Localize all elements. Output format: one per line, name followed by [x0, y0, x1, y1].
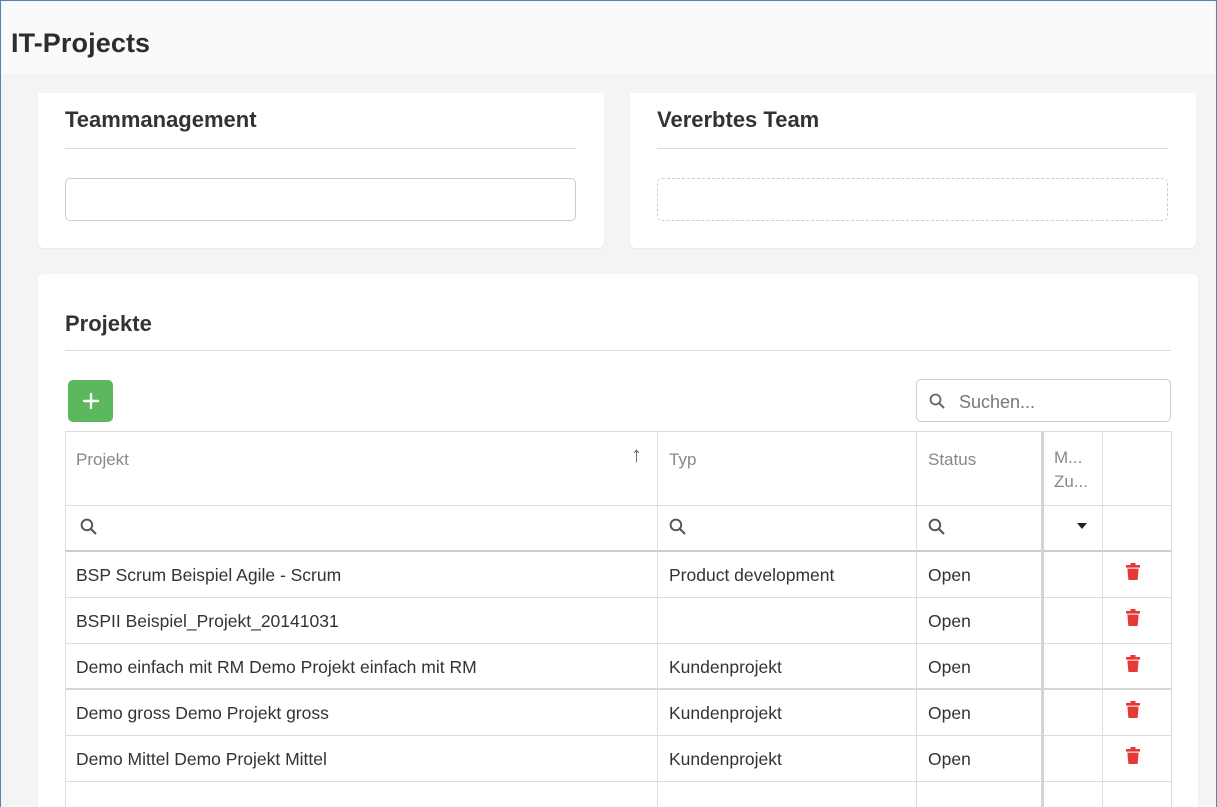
app-header: IT-Projects	[2, 2, 1215, 74]
teammanagement-title: Teammanagement	[65, 107, 257, 132]
column-header-projekt[interactable]: Projekt	[76, 450, 129, 470]
trash-icon[interactable]	[1126, 563, 1140, 580]
caret-down-icon[interactable]	[1077, 523, 1087, 529]
search-placeholder: Suchen...	[959, 392, 1036, 412]
column-separator	[1102, 432, 1103, 807]
cell-typ: Product development	[669, 565, 835, 585]
table-row[interactable]: Demo einfach mit RM Demo Projekt einfach…	[66, 644, 1171, 690]
table-row[interactable]: BSPII Beispiel_Projekt_20141031 Open	[66, 598, 1171, 644]
teammanagement-input[interactable]	[65, 178, 576, 221]
grid-header-row: Projekt ↑ Typ Status M... Zu...	[66, 432, 1171, 506]
trash-icon[interactable]	[1126, 655, 1140, 672]
app-window: IT-Projects Teammanagement Vererbtes Tea…	[0, 0, 1217, 807]
table-row[interactable]: BSP Scrum Beispiel Agile - Scrum Product…	[66, 552, 1171, 598]
divider	[65, 350, 1171, 351]
column-separator	[657, 432, 658, 807]
cell-projekt: Demo gross Demo Projekt gross	[76, 703, 329, 723]
column-header-status[interactable]: Status	[928, 450, 976, 470]
cell-projekt: Demo Mittel Demo Projekt Mittel	[76, 749, 327, 769]
teammanagement-card: Teammanagement	[38, 93, 604, 248]
column-header-typ[interactable]: Typ	[669, 450, 696, 470]
table-row-empty	[66, 782, 1171, 807]
project-search-input[interactable]: Suchen...	[916, 379, 1171, 422]
trash-icon[interactable]	[1126, 609, 1140, 626]
plus-icon	[82, 392, 99, 410]
cell-status: Open	[928, 657, 971, 677]
table-row[interactable]: Demo Mittel Demo Projekt Mittel Kundenpr…	[66, 736, 1171, 782]
search-icon[interactable]	[928, 518, 945, 535]
trash-icon[interactable]	[1126, 747, 1140, 764]
trash-icon[interactable]	[1126, 701, 1140, 718]
search-icon	[929, 393, 945, 409]
cell-status: Open	[928, 611, 971, 631]
column-separator	[1041, 432, 1044, 807]
cell-typ: Kundenprojekt	[669, 749, 782, 769]
search-icon[interactable]	[80, 518, 97, 535]
page-title: IT-Projects	[11, 28, 151, 58]
cell-status: Open	[928, 703, 971, 723]
cell-typ: Kundenprojekt	[669, 703, 782, 723]
cell-projekt: Demo einfach mit RM Demo Projekt einfach…	[76, 657, 477, 677]
vererbtes-team-card: Vererbtes Team	[630, 93, 1196, 248]
sort-ascending-icon[interactable]: ↑	[631, 442, 642, 468]
cell-status: Open	[928, 565, 971, 585]
vererbtes-team-title: Vererbtes Team	[657, 107, 820, 132]
search-icon[interactable]	[669, 518, 686, 535]
vererbtes-team-dropzone[interactable]	[657, 178, 1168, 221]
cell-status: Open	[928, 749, 971, 769]
add-project-button[interactable]	[68, 380, 113, 422]
cell-projekt: BSP Scrum Beispiel Agile - Scrum	[76, 565, 342, 585]
projects-grid: Projekt ↑ Typ Status M... Zu... BSP Scru…	[65, 431, 1172, 807]
table-row[interactable]: Demo gross Demo Projekt gross Kundenproj…	[66, 690, 1171, 736]
cell-projekt: BSPII Beispiel_Projekt_20141031	[76, 611, 339, 631]
grid-filter-row	[66, 506, 1171, 552]
column-separator	[916, 432, 917, 807]
column-header-m-line1[interactable]: M...	[1054, 448, 1082, 468]
cell-typ: Kundenprojekt	[669, 657, 782, 677]
column-header-m-line2[interactable]: Zu...	[1054, 472, 1088, 492]
divider	[65, 148, 576, 149]
divider	[657, 148, 1168, 149]
projekte-title: Projekte	[65, 311, 152, 336]
